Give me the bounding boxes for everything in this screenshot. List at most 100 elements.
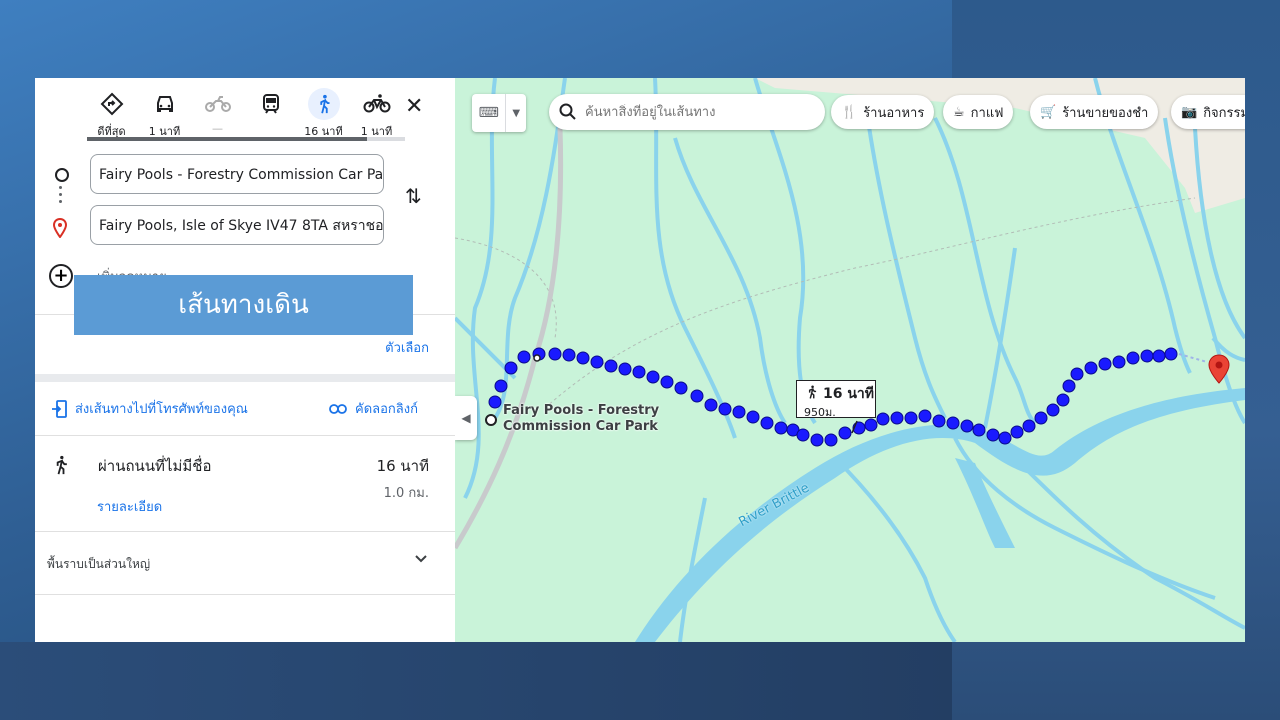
chip-groceries[interactable]: 🛒 ร้านขายของชำ — [1030, 95, 1159, 129]
chevron-left-icon: ◀ — [461, 411, 471, 425]
callout-time: 16 นาที — [823, 386, 875, 402]
collapse-panel-button[interactable]: ◀ — [455, 396, 477, 440]
car-icon — [156, 96, 173, 112]
map-base — [455, 78, 1245, 642]
route-dot — [732, 405, 746, 419]
chip-restaurants[interactable]: 🍴 ร้านอาหาร — [831, 95, 935, 129]
route-dot — [890, 411, 904, 425]
mode-best[interactable]: ดีที่สุด — [85, 88, 138, 140]
route-dot — [876, 412, 890, 426]
route-dot — [1010, 425, 1024, 439]
callout-distance: 950ม. — [804, 406, 836, 419]
route-dot — [704, 398, 718, 412]
route-dot — [1126, 351, 1140, 365]
divider — [35, 594, 455, 595]
route-dot — [864, 418, 878, 432]
walking-icon — [319, 94, 329, 114]
origin-marker — [485, 414, 497, 426]
chip-activities[interactable]: 📷 กิจกรรม — [1171, 95, 1245, 129]
river-branch — [955, 458, 1015, 548]
fork-knife-icon: 🍴 — [841, 104, 858, 120]
along-route-search-input[interactable] — [583, 103, 817, 121]
chip-coffee[interactable]: ☕ กาแฟ — [943, 95, 1014, 129]
route-time: 16 นาที — [376, 457, 429, 475]
swap-icon[interactable]: ⇅ — [405, 184, 422, 208]
route-dot — [646, 370, 660, 384]
diamond-turn-icon — [100, 92, 123, 116]
keyboard-icon: ⌨ — [478, 105, 499, 121]
copy-link-button[interactable]: คัดลอกลิงก์ — [329, 398, 418, 419]
route-dot — [1084, 361, 1098, 375]
route-dot — [1112, 355, 1126, 369]
route-dot — [774, 421, 788, 435]
mode-motorbike[interactable]: — — [191, 88, 244, 140]
route-dot — [824, 433, 838, 447]
route-dot — [946, 416, 960, 430]
route-dot — [504, 361, 518, 375]
copy-link-label: คัดลอกลิงก์ — [355, 402, 418, 417]
bicycle-icon — [363, 94, 390, 113]
directions-panel: ดีที่สุด 1 นาที — 16 นาที 1 นาที ✕ Fairy… — [35, 78, 455, 642]
map-canvas[interactable]: ⌨ ▼ 🍴ร้านอาหาร ☕กาแฟ 🛒ร้านขายของชำ 📷กิจก… — [455, 78, 1245, 642]
route-dot — [632, 365, 646, 379]
travel-mode-bar: ดีที่สุด 1 นาที — 16 นาที 1 นาที — [85, 88, 403, 140]
motorbike-icon — [204, 96, 231, 112]
send-to-phone-button[interactable]: ส่งเส้นทางไปที่โทรศัพท์ของคุณ — [51, 398, 248, 419]
route-dot — [904, 411, 918, 425]
close-icon[interactable]: ✕ — [405, 94, 423, 119]
route-dot — [1056, 393, 1070, 407]
mode-bike[interactable]: 1 นาที — [350, 88, 403, 140]
details-link[interactable]: รายละเอียด — [97, 496, 162, 517]
mode-drive[interactable]: 1 นาที — [138, 88, 191, 140]
route-dot — [746, 410, 760, 424]
route-dot — [1164, 347, 1178, 361]
route-dot — [918, 409, 932, 423]
walking-icon — [56, 455, 67, 475]
route-dot — [690, 389, 704, 403]
along-route-search[interactable] — [549, 94, 825, 130]
route-dot — [590, 355, 604, 369]
route-dot — [548, 347, 562, 361]
route-dot — [796, 428, 810, 442]
route-dot — [760, 416, 774, 430]
origin-input[interactable]: Fairy Pools - Forestry Commission Car Pa… — [90, 154, 384, 194]
mode-transit[interactable] — [244, 88, 297, 140]
route-dot — [718, 402, 732, 416]
route-dot — [1152, 349, 1166, 363]
divider — [35, 435, 455, 436]
keyboard-toggle-button[interactable]: ⌨ ▼ — [472, 94, 526, 132]
route-dot — [960, 419, 974, 433]
walking-icon — [808, 385, 817, 399]
origin-circle-icon — [55, 168, 69, 182]
options-link[interactable]: ตัวเลือก — [385, 337, 429, 358]
mode-walk[interactable]: 16 นาที — [297, 88, 350, 140]
route-dot — [674, 381, 688, 395]
route-dot — [604, 359, 618, 373]
route-dot — [1070, 367, 1084, 381]
section-divider — [35, 374, 455, 382]
streams — [455, 78, 1245, 642]
destination-pin-icon — [53, 218, 67, 238]
route-dot — [986, 428, 1000, 442]
shopping-cart-icon: 🛒 — [1040, 104, 1057, 120]
add-circle-icon[interactable]: + — [49, 264, 73, 288]
send-to-phone-label: ส่งเส้นทางไปที่โทรศัพท์ของคุณ — [75, 402, 248, 417]
route-time-callout[interactable]: 16 นาที 950ม. — [796, 380, 876, 419]
route-distance: 1.0 กม. — [383, 486, 429, 501]
mode-scroll-indicator — [87, 137, 405, 141]
send-to-phone-icon — [52, 399, 67, 418]
route-dot — [488, 395, 502, 409]
footpaths — [455, 197, 1196, 409]
route-dot — [562, 348, 576, 362]
background-band-bottom — [0, 642, 952, 720]
route-dot — [1022, 419, 1036, 433]
mode-motorbike-label: — — [212, 122, 223, 135]
camera-icon: 📷 — [1181, 104, 1198, 120]
destination-input[interactable]: Fairy Pools, Isle of Skye IV47 8TA สหราช… — [90, 205, 384, 245]
origin-place-label[interactable]: Fairy Pools - Forestry Commission Car Pa… — [503, 403, 659, 435]
destination-pin-icon[interactable] — [1208, 354, 1230, 384]
route-dot — [810, 433, 824, 447]
route-dot — [618, 362, 632, 376]
chevron-down-icon[interactable] — [413, 551, 429, 567]
route-dot — [494, 379, 508, 393]
